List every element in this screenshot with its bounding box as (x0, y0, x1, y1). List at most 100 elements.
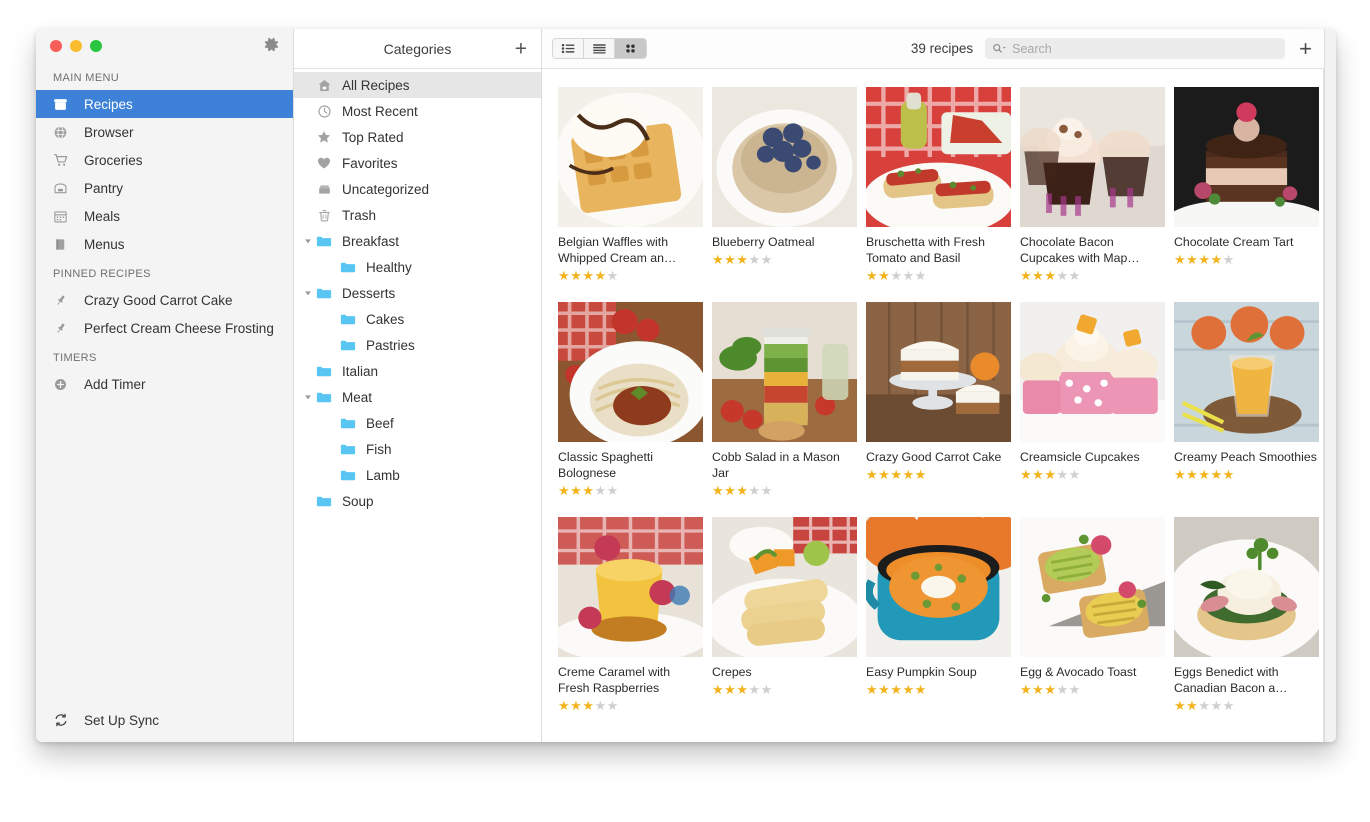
category-item-top-rated[interactable]: Top Rated (294, 124, 541, 150)
recipe-card[interactable]: Belgian Waffles with Whipped Cream an…★★… (558, 87, 703, 283)
recipe-thumbnail-creamsicle-cupcakes[interactable] (1020, 302, 1165, 442)
rating-star[interactable]: ★ (558, 698, 570, 713)
rating-star[interactable]: ★ (866, 682, 878, 697)
disclosure-triangle-icon[interactable] (303, 392, 313, 402)
recipe-card[interactable]: Bruschetta with Fresh Tomato and Basil★★… (866, 87, 1011, 283)
recipe-rating[interactable]: ★★★★★ (866, 468, 1011, 482)
sidebar-item-pinned-crazy-good-carrot-cake[interactable]: Crazy Good Carrot Cake (36, 286, 293, 314)
recipe-rating[interactable]: ★★★★★ (558, 699, 703, 713)
rating-star[interactable]: ★ (915, 268, 927, 283)
search-input[interactable]: Search (985, 38, 1285, 59)
recipe-thumbnail-egg-avocado-toast[interactable] (1020, 517, 1165, 657)
rating-star[interactable]: ★ (712, 483, 724, 498)
grid-view-button[interactable] (615, 39, 646, 58)
add-category-button[interactable]: + (515, 38, 527, 59)
rating-star[interactable]: ★ (594, 483, 606, 498)
recipe-card[interactable]: Blueberry Oatmeal★★★★★ (712, 87, 857, 283)
rating-star[interactable]: ★ (1020, 268, 1032, 283)
rating-star[interactable]: ★ (1044, 682, 1056, 697)
category-item-italian[interactable]: Italian (294, 358, 541, 384)
rating-star[interactable]: ★ (1174, 252, 1186, 267)
rating-star[interactable]: ★ (1032, 682, 1044, 697)
add-recipe-button[interactable]: + (1299, 38, 1312, 60)
category-item-meat[interactable]: Meat (294, 384, 541, 410)
rating-star[interactable]: ★ (890, 682, 902, 697)
rating-star[interactable]: ★ (582, 483, 594, 498)
recipe-rating[interactable]: ★★★★★ (866, 683, 1011, 697)
recipe-rating[interactable]: ★★★★★ (1020, 468, 1165, 482)
recipe-card[interactable]: Creme Caramel with Fresh Raspberries★★★★… (558, 517, 703, 713)
rating-star[interactable]: ★ (1044, 268, 1056, 283)
category-item-breakfast[interactable]: Breakfast (294, 228, 541, 254)
recipe-thumbnail-chocolate-bacon-cupcakes[interactable] (1020, 87, 1165, 227)
recipe-rating[interactable]: ★★★★★ (1174, 253, 1319, 267)
rating-star[interactable]: ★ (607, 483, 619, 498)
rating-star[interactable]: ★ (558, 268, 570, 283)
disclosure-triangle-icon[interactable] (303, 236, 313, 246)
recipe-thumbnail-peach-smoothies[interactable] (1174, 302, 1319, 442)
recipe-rating[interactable]: ★★★★★ (712, 253, 857, 267)
recipe-thumbnail-cobb-salad-jar[interactable] (712, 302, 857, 442)
rating-star[interactable]: ★ (915, 682, 927, 697)
rating-star[interactable]: ★ (1069, 467, 1081, 482)
rating-star[interactable]: ★ (594, 268, 606, 283)
recipe-rating[interactable]: ★★★★★ (558, 269, 703, 283)
recipe-card[interactable]: Crazy Good Carrot Cake★★★★★ (866, 302, 1011, 498)
rating-star[interactable]: ★ (1020, 467, 1032, 482)
rating-star[interactable]: ★ (1198, 698, 1210, 713)
rating-star[interactable]: ★ (866, 268, 878, 283)
recipe-thumbnail-carrot-cake[interactable] (866, 302, 1011, 442)
recipe-rating[interactable]: ★★★★★ (1174, 468, 1319, 482)
rating-star[interactable]: ★ (890, 467, 902, 482)
rating-star[interactable]: ★ (1210, 252, 1222, 267)
recipe-card[interactable]: Egg & Avocado Toast★★★★★ (1020, 517, 1165, 713)
recipe-card[interactable]: Chocolate Bacon Cupcakes with Map…★★★★★ (1020, 87, 1165, 283)
rating-star[interactable]: ★ (594, 698, 606, 713)
rating-star[interactable]: ★ (1044, 467, 1056, 482)
rating-star[interactable]: ★ (1186, 698, 1198, 713)
recipe-rating[interactable]: ★★★★★ (866, 269, 1011, 283)
recipe-thumbnail-eggs-benedict[interactable] (1174, 517, 1319, 657)
sidebar-item-pinned-perfect-cream-cheese-frosting[interactable]: Perfect Cream Cheese Frosting (36, 314, 293, 342)
close-button[interactable] (50, 40, 62, 52)
category-item-all-recipes[interactable]: All Recipes (294, 72, 541, 98)
rating-star[interactable]: ★ (761, 483, 773, 498)
rating-star[interactable]: ★ (582, 268, 594, 283)
rating-star[interactable]: ★ (1223, 252, 1235, 267)
category-item-uncategorized[interactable]: Uncategorized (294, 176, 541, 202)
rating-star[interactable]: ★ (878, 268, 890, 283)
rating-star[interactable]: ★ (736, 483, 748, 498)
rating-star[interactable]: ★ (1056, 467, 1068, 482)
rating-star[interactable]: ★ (902, 268, 914, 283)
recipe-thumbnail-creme-caramel[interactable] (558, 517, 703, 657)
recipe-rating[interactable]: ★★★★★ (1020, 269, 1165, 283)
category-item-healthy[interactable]: Healthy (294, 254, 541, 280)
sidebar-item-browser[interactable]: Browser (36, 118, 293, 146)
rating-star[interactable]: ★ (866, 467, 878, 482)
recipe-card[interactable]: Chocolate Cream Tart★★★★★ (1174, 87, 1319, 283)
recipe-card[interactable]: Classic Spaghetti Bolognese★★★★★ (558, 302, 703, 498)
rating-star[interactable]: ★ (1069, 682, 1081, 697)
list-view-button[interactable] (584, 39, 615, 58)
recipe-card[interactable]: Creamy Peach Smoothies★★★★★ (1174, 302, 1319, 498)
rating-star[interactable]: ★ (558, 483, 570, 498)
rating-star[interactable]: ★ (607, 698, 619, 713)
category-item-desserts[interactable]: Desserts (294, 280, 541, 306)
sidebar-item-meals[interactable]: Meals (36, 202, 293, 230)
sidebar-item-groceries[interactable]: Groceries (36, 146, 293, 174)
view-mode-segmented-control[interactable] (552, 38, 647, 59)
recipe-thumbnail-bruschetta[interactable] (866, 87, 1011, 227)
sidebar-item-pantry[interactable]: Pantry (36, 174, 293, 202)
rating-star[interactable]: ★ (761, 252, 773, 267)
category-item-fish[interactable]: Fish (294, 436, 541, 462)
rating-star[interactable]: ★ (1174, 698, 1186, 713)
set-up-sync-button[interactable]: Set Up Sync (36, 698, 293, 742)
rating-star[interactable]: ★ (570, 483, 582, 498)
sidebar-item-recipes[interactable]: Recipes (36, 90, 293, 118)
rating-star[interactable]: ★ (724, 682, 736, 697)
category-item-favorites[interactable]: Favorites (294, 150, 541, 176)
rating-star[interactable]: ★ (1186, 252, 1198, 267)
zoom-button[interactable] (90, 40, 102, 52)
rating-star[interactable]: ★ (1032, 268, 1044, 283)
rating-star[interactable]: ★ (902, 467, 914, 482)
